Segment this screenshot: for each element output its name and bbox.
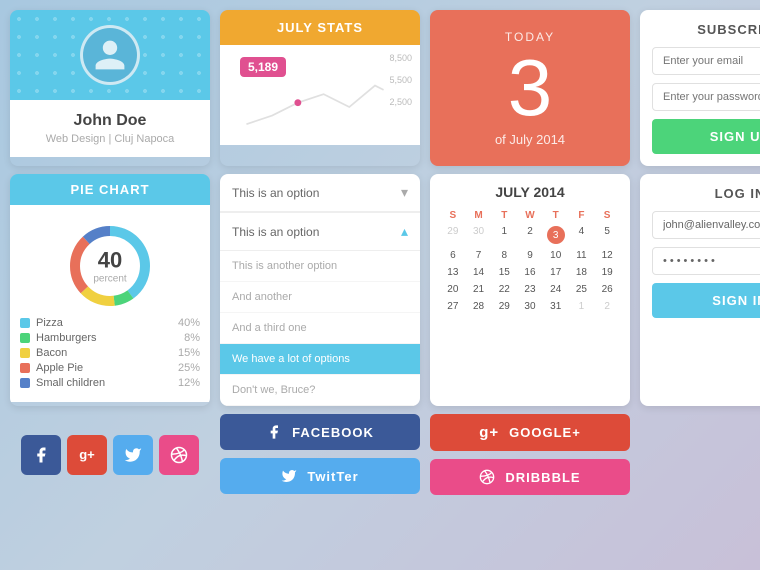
social-icons-row: g+ bbox=[10, 414, 210, 495]
empty-cell bbox=[640, 414, 760, 495]
dropdown-select[interactable]: This is an option ▾ bbox=[220, 174, 420, 212]
calendar-week: 20 21 22 23 24 25 26 bbox=[440, 281, 620, 298]
list-item: Bacon 15% bbox=[20, 347, 200, 359]
facebook-button[interactable]: FACEBOOK bbox=[220, 414, 420, 450]
stats-title: JULY STATS bbox=[220, 10, 420, 45]
twitter-button-label: TwitTer bbox=[307, 469, 358, 484]
subscribe-password-input[interactable] bbox=[652, 83, 760, 111]
stats-card: JULY STATS 5,189 8,500 5,500 2,500 bbox=[220, 10, 420, 166]
pie-chart-card: PIE CHART bbox=[10, 174, 210, 406]
dropdown-open-label: This is an option bbox=[232, 225, 319, 239]
calendar-card: JULY 2014 S M T W T F S 29 30 1 2 3 bbox=[430, 174, 630, 406]
calendar-title: JULY 2014 bbox=[440, 184, 620, 200]
list-item: Pizza 40% bbox=[20, 317, 200, 329]
google-button-label: GOOGLE+ bbox=[509, 425, 581, 440]
dropdown-option-highlighted[interactable]: We have a lot of options bbox=[220, 344, 420, 375]
social-buttons-col: FACEBOOK TwitTer bbox=[220, 414, 420, 495]
calendar-header: S M T W T F S bbox=[440, 208, 620, 223]
facebook-icon-button[interactable] bbox=[21, 435, 61, 475]
subscribe-email-input[interactable] bbox=[652, 47, 760, 75]
list-item: Apple Pie 25% bbox=[20, 362, 200, 374]
facebook-button-label: FACEBOOK bbox=[292, 425, 374, 440]
gplus-btn-icon: g+ bbox=[479, 424, 499, 441]
subscribe-title: SUBSCRIBE bbox=[652, 22, 760, 37]
stats-chart bbox=[230, 77, 400, 137]
dropdown-open-list: This is an option ▴ This is another opti… bbox=[220, 212, 420, 406]
calendar-week: 27 28 29 30 31 1 2 bbox=[440, 298, 620, 315]
gplus-icon: g+ bbox=[79, 447, 95, 462]
login-title: LOG IN bbox=[652, 186, 760, 201]
dropdown-card: This is an option ▾ This is an option ▴ … bbox=[220, 174, 420, 406]
twitter-icon bbox=[124, 446, 142, 464]
pie-chart-body: 40 percent Pizza 40% Hamburgers 8% bbox=[10, 205, 210, 402]
pie-chart-title: PIE CHART bbox=[10, 174, 210, 205]
pie-center-number: 40 bbox=[93, 248, 126, 274]
pie-legend: Pizza 40% Hamburgers 8% Bacon 15% Apple … bbox=[20, 317, 200, 389]
profile-subtitle: Web Design | Cluj Napoca bbox=[22, 133, 198, 145]
dropdown-option[interactable]: And another bbox=[220, 282, 420, 313]
sign-up-button[interactable]: SIGN UP bbox=[652, 119, 760, 154]
twitter-icon-button[interactable] bbox=[113, 435, 153, 475]
profile-card: John Doe Web Design | Cluj Napoca bbox=[10, 10, 210, 166]
today-number: 3 bbox=[508, 48, 553, 128]
today-label: TODAY bbox=[505, 30, 555, 44]
list-item: Small children 12% bbox=[20, 377, 200, 389]
calendar-grid: S M T W T F S 29 30 1 2 3 4 5 bbox=[440, 208, 620, 315]
dropdown-selected-label: This is an option bbox=[232, 186, 319, 200]
calendar-week: 6 7 8 9 10 11 12 bbox=[440, 247, 620, 264]
dribbble-icon-button[interactable] bbox=[159, 435, 199, 475]
today-subtitle: of July 2014 bbox=[495, 132, 565, 147]
dribbble-button-label: DRIBBBLE bbox=[505, 470, 580, 485]
subscribe-card: SUBSCRIBE SIGN UP bbox=[640, 10, 760, 166]
chevron-up-icon: ▴ bbox=[401, 223, 408, 240]
dropdown-option[interactable]: This is another option bbox=[220, 251, 420, 282]
twitter-btn-icon bbox=[281, 468, 297, 484]
user-icon bbox=[92, 37, 128, 73]
dropdown-option[interactable]: Don't we, Bruce? bbox=[220, 375, 420, 406]
login-email-input[interactable] bbox=[652, 211, 760, 239]
calendar-week: 13 14 15 16 17 18 19 bbox=[440, 264, 620, 281]
sign-in-button[interactable]: SIGN IN bbox=[652, 283, 760, 318]
pie-ring: 40 percent bbox=[65, 221, 155, 311]
gplus-icon-button[interactable]: g+ bbox=[67, 435, 107, 475]
list-item: Hamburgers 8% bbox=[20, 332, 200, 344]
profile-header bbox=[10, 10, 210, 100]
profile-name: John Doe bbox=[22, 112, 198, 130]
dropdown-open-header[interactable]: This is an option ▴ bbox=[220, 213, 420, 251]
profile-body: John Doe Web Design | Cluj Napoca bbox=[10, 100, 210, 157]
login-card: LOG IN SIGN IN bbox=[640, 174, 760, 406]
today-card: TODAY 3 of July 2014 bbox=[430, 10, 630, 166]
dribbble-icon bbox=[170, 446, 188, 464]
calendar-week: 29 30 1 2 3 4 5 bbox=[440, 223, 620, 247]
login-password-input[interactable] bbox=[652, 247, 760, 275]
chevron-down-icon: ▾ bbox=[401, 184, 408, 201]
pie-center-label: percent bbox=[93, 274, 126, 285]
google-button[interactable]: g+ GOOGLE+ bbox=[430, 414, 630, 451]
dropdown-option[interactable]: And a third one bbox=[220, 313, 420, 344]
social-buttons-col2: g+ GOOGLE+ DRIBBBLE bbox=[430, 414, 630, 495]
facebook-icon bbox=[32, 446, 50, 464]
dribbble-btn-icon bbox=[479, 469, 495, 485]
pie-center: 40 percent bbox=[93, 248, 126, 285]
facebook-btn-icon bbox=[266, 424, 282, 440]
stats-value: 5,189 bbox=[240, 57, 286, 77]
pie-chart-area: 40 percent bbox=[20, 221, 200, 311]
stats-body: 5,189 8,500 5,500 2,500 bbox=[220, 45, 420, 145]
twitter-button[interactable]: TwitTer bbox=[220, 458, 420, 494]
avatar bbox=[80, 25, 140, 85]
dribbble-button[interactable]: DRIBBBLE bbox=[430, 459, 630, 495]
